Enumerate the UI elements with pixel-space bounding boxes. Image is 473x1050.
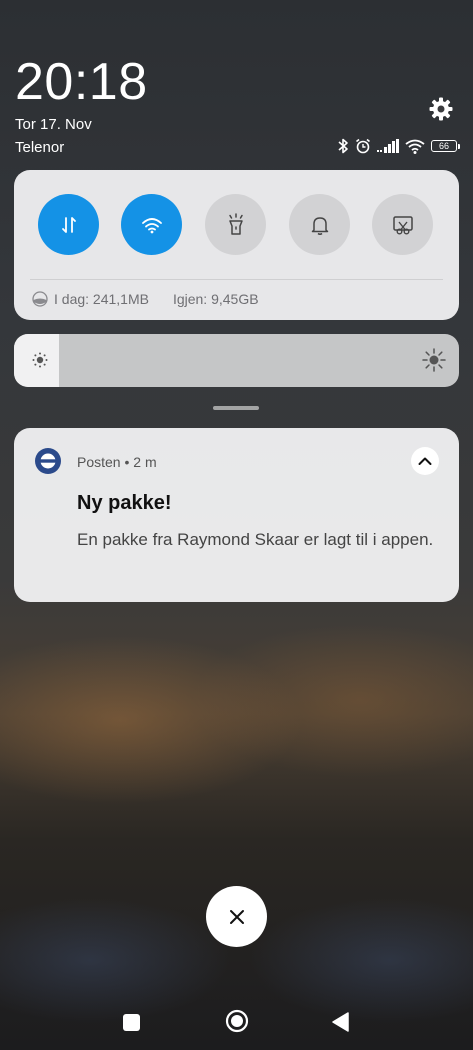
data-usage-today: I dag: 241,1MB <box>54 291 149 307</box>
brightness-slider[interactable] <box>14 334 459 387</box>
mobile-data-icon <box>61 216 76 233</box>
alarm-icon <box>355 138 371 154</box>
screenshot-icon <box>392 215 413 234</box>
wifi-status-icon <box>405 139 425 154</box>
close-icon <box>229 909 244 924</box>
settings-gear-icon[interactable] <box>428 96 454 122</box>
notification-time: 2 m <box>133 454 157 470</box>
wifi-toggle[interactable] <box>121 194 182 255</box>
quick-settings-panel: I dag: 241,1MB Igjen: 9,45GB <box>14 170 459 320</box>
flashlight-toggle[interactable] <box>205 194 266 255</box>
data-remaining: Igjen: 9,45GB <box>172 291 259 307</box>
brightness-low-icon <box>32 352 48 368</box>
date[interactable]: Tor 17. Nov <box>15 116 92 133</box>
notification-title: Ny pakke! <box>77 492 172 514</box>
data-usage-icon <box>32 291 48 307</box>
brightness-high-icon <box>422 348 446 372</box>
back-button[interactable] <box>330 1011 350 1033</box>
panel-drag-handle[interactable] <box>213 406 259 410</box>
battery-icon: 66 <box>431 140 460 152</box>
flashlight-icon <box>228 212 243 235</box>
posten-app-icon <box>35 448 61 474</box>
sound-toggle[interactable] <box>289 194 350 255</box>
bell-icon <box>311 216 328 235</box>
clock[interactable]: 20:18 <box>15 52 148 112</box>
notification-body: En pakke fra Raymond Skaar er lagt til i… <box>77 530 434 549</box>
chevron-up-icon <box>418 457 432 465</box>
navigation-bar <box>0 996 473 1050</box>
qs-divider <box>30 279 443 280</box>
clear-notifications-button[interactable] <box>206 886 267 947</box>
carrier-name: Telenor <box>15 139 65 156</box>
signal-icon <box>377 139 399 153</box>
notification-separator: • <box>124 454 130 470</box>
wifi-icon <box>141 217 162 233</box>
battery-level: 66 <box>438 141 449 151</box>
notification-card[interactable]: Posten • 2 m Ny pakke! En pakke fra Raym… <box>14 428 459 602</box>
recents-button[interactable] <box>123 1014 140 1031</box>
notification-collapse-button[interactable] <box>411 447 439 475</box>
home-button[interactable] <box>225 1009 249 1033</box>
screenshot-toggle[interactable] <box>372 194 433 255</box>
data-usage[interactable]: I dag: 241,1MB Igjen: 9,45GB <box>32 291 259 307</box>
mobile-data-toggle[interactable] <box>38 194 99 255</box>
notification-header: Posten • 2 m <box>77 454 157 470</box>
bluetooth-icon <box>337 138 349 154</box>
status-icons: 66 <box>337 137 460 155</box>
notification-app-name: Posten <box>77 454 121 470</box>
